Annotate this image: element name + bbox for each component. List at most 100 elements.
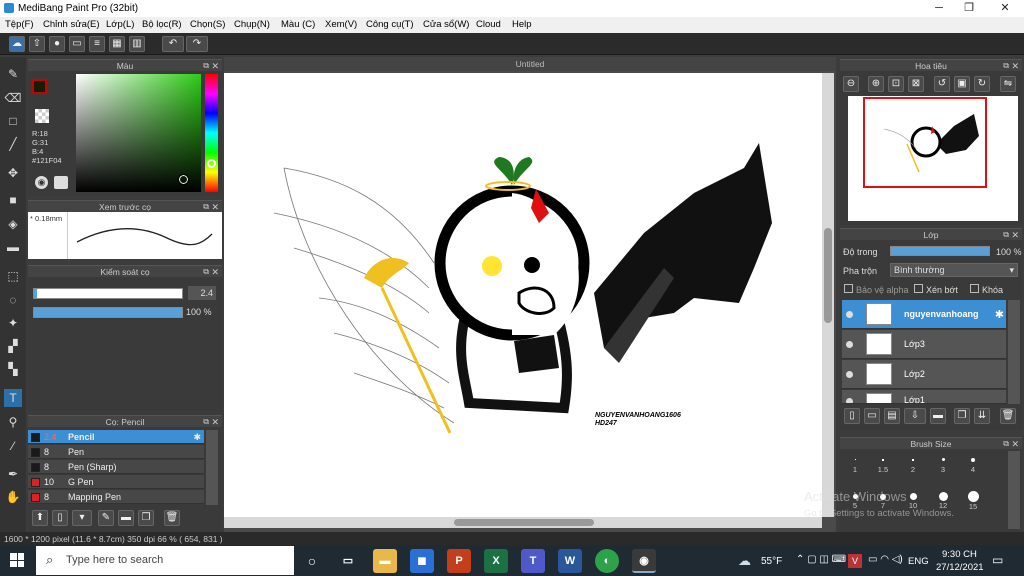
new-halftone-layer-icon[interactable]: ▭	[864, 408, 880, 424]
text-tool-icon[interactable]: T	[4, 389, 22, 407]
zoom-in-icon[interactable]: ⊕	[868, 76, 884, 92]
color-saturation-area[interactable]	[76, 74, 201, 192]
new-brush-icon[interactable]: ▯	[52, 510, 68, 526]
battery-wifi-volume-icons[interactable]: ▭ ◠ ◁)	[868, 554, 903, 565]
upload-icon[interactable]: ⇧	[29, 36, 45, 52]
reset-rotate-icon[interactable]: ▣	[954, 76, 970, 92]
brush-size-scrollbar[interactable]	[1008, 451, 1020, 529]
gradient-tool-icon[interactable]: ▬	[4, 238, 22, 256]
select-eraser-icon[interactable]: ▚	[4, 360, 22, 378]
menu-view[interactable]: Xem(V)	[325, 19, 357, 30]
duplicate-layer-icon[interactable]: ❐	[954, 408, 970, 424]
document-icon[interactable]: ≡	[89, 36, 105, 52]
brush-item-g-pen[interactable]: 10 G Pen	[28, 475, 204, 489]
close-icon[interactable]: ✕	[990, 0, 1020, 17]
menu-color[interactable]: Màu (C)	[281, 19, 315, 30]
merge-layer-icon[interactable]: ⇊	[974, 408, 990, 424]
medibang-icon[interactable]: ◐	[595, 549, 619, 573]
opacity-slider[interactable]	[33, 307, 183, 318]
menu-tools[interactable]: Công cụ(T)	[366, 19, 414, 30]
size-slider[interactable]	[33, 288, 183, 299]
taskbar-search-box[interactable]: ⌕ Type here to search	[36, 546, 294, 575]
operation-tool-icon[interactable]: ⚲	[4, 413, 22, 431]
duplicate-icon[interactable]: ❐	[138, 510, 154, 526]
menu-capture[interactable]: Chụp(N)	[234, 19, 270, 30]
brush-item-pen[interactable]: 8 Pen	[28, 445, 204, 459]
protect-alpha-checkbox[interactable]	[844, 284, 853, 293]
new-8bit-layer-icon[interactable]: ▤	[884, 408, 900, 424]
grid-icon[interactable]: ▦	[109, 36, 125, 52]
layer-row-lop2[interactable]: Lớp2	[842, 360, 1006, 389]
menu-filter[interactable]: Bộ lọc(R)	[142, 19, 182, 30]
clock-date[interactable]: 27/12/2021	[936, 562, 984, 573]
fill-rect-icon[interactable]: ■	[4, 191, 22, 209]
file-explorer-icon[interactable]: ▬	[373, 549, 397, 573]
lasso-tool-icon[interactable]: ◌	[4, 291, 22, 309]
comment-icon[interactable]: ▭	[69, 36, 85, 52]
layer-row-lop3[interactable]: Lớp3	[842, 330, 1006, 359]
rotate-left-icon[interactable]: ↺	[934, 76, 950, 92]
layer-row-nguyenvanhoang[interactable]: nguyenvanhoang ✱	[842, 300, 1006, 329]
add-brush-icon[interactable]: ⬆	[32, 510, 48, 526]
select-tool-icon[interactable]: ⬚	[4, 267, 22, 285]
pen-tool-icon[interactable]: ✒	[4, 465, 22, 483]
brush-list-scrollbar[interactable]	[206, 430, 218, 505]
zoom-out-icon[interactable]: ⊖	[843, 76, 859, 92]
layer-list-scrollbar[interactable]	[1008, 300, 1020, 404]
redo-icon[interactable]: ↷	[186, 36, 208, 52]
layer-row-lop1[interactable]: Lớp1	[842, 390, 1006, 404]
teams-icon[interactable]: T	[521, 549, 545, 573]
eye-icon[interactable]	[846, 311, 853, 318]
hand-tool-icon[interactable]: ✋	[4, 488, 22, 506]
color-picker-cursor[interactable]	[178, 174, 189, 185]
gear-icon[interactable]: ✱	[995, 308, 1004, 321]
canvas-vertical-scrollbar[interactable]	[822, 73, 834, 517]
cortana-icon[interactable]: ○	[300, 549, 324, 573]
chat-icon[interactable]: ●	[49, 36, 65, 52]
word-icon[interactable]: W	[558, 549, 582, 573]
canvas-tab[interactable]: Untitled	[224, 57, 836, 71]
size-cell-4[interactable]: 4	[958, 455, 988, 474]
drawing-canvas[interactable]: NGUYENVANHOANG1606 HD247	[224, 73, 822, 517]
magic-wand-icon[interactable]: ✦	[4, 314, 22, 332]
delete-layer-icon[interactable]: 🗑	[1000, 408, 1016, 424]
vertical-scroll-thumb[interactable]	[824, 228, 832, 323]
palette-icon[interactable]: ◉	[35, 176, 48, 189]
new-layer-icon[interactable]: ▯	[844, 408, 860, 424]
brush-menu-icon[interactable]: ▾	[72, 510, 92, 526]
eye-icon[interactable]	[846, 371, 853, 378]
navigator-thumbnail[interactable]	[848, 96, 1018, 221]
blend-mode-select[interactable]: Bình thường ▾	[890, 263, 1018, 277]
menu-layer[interactable]: Lớp(L)	[106, 19, 134, 30]
size-cell-2[interactable]: 2	[898, 455, 928, 474]
trash-icon[interactable]: 🗑	[164, 510, 180, 526]
brush-tool-icon[interactable]: ✎	[4, 65, 22, 83]
edit-brush-icon[interactable]: ✎	[98, 510, 114, 526]
menu-select[interactable]: Chọn(S)	[190, 19, 225, 30]
weather-temp[interactable]: 55°F	[761, 556, 782, 567]
menu-window[interactable]: Cửa sổ(W)	[423, 19, 469, 30]
fit-icon[interactable]: ⊡	[888, 76, 904, 92]
eraser-tool-icon[interactable]: ⌫	[4, 89, 22, 107]
select-pen-icon[interactable]: ▞	[4, 337, 22, 355]
eyedropper-icon[interactable]: ⁄	[4, 437, 22, 455]
menu-cloud[interactable]: Cloud	[476, 19, 501, 30]
eye-icon[interactable]	[846, 341, 853, 348]
size-cell-15[interactable]: 15	[958, 491, 988, 511]
brush-item-pencil[interactable]: 2.4 Pencil ✱	[28, 430, 204, 444]
layer-folder-icon[interactable]: ▬	[930, 408, 946, 424]
swap-color-icon[interactable]	[54, 176, 68, 189]
foreground-color-swatch[interactable]	[32, 79, 47, 94]
size-cell-1[interactable]: 1	[840, 455, 870, 474]
horizontal-scroll-thumb[interactable]	[454, 519, 594, 526]
chrome-icon[interactable]: ◉	[632, 549, 656, 573]
rect-tool-icon[interactable]: □	[4, 112, 22, 130]
hue-slider[interactable]	[205, 74, 218, 192]
menu-file[interactable]: Tệp(F)	[5, 19, 34, 30]
minimize-icon[interactable]: ─	[924, 0, 954, 17]
clipping-checkbox[interactable]	[914, 284, 923, 293]
store-icon[interactable]: ◼	[410, 549, 434, 573]
size-value[interactable]: 2.4	[188, 286, 216, 300]
size-cell-1-5[interactable]: 1.5	[868, 455, 898, 474]
tiles-icon[interactable]: ▥	[129, 36, 145, 52]
